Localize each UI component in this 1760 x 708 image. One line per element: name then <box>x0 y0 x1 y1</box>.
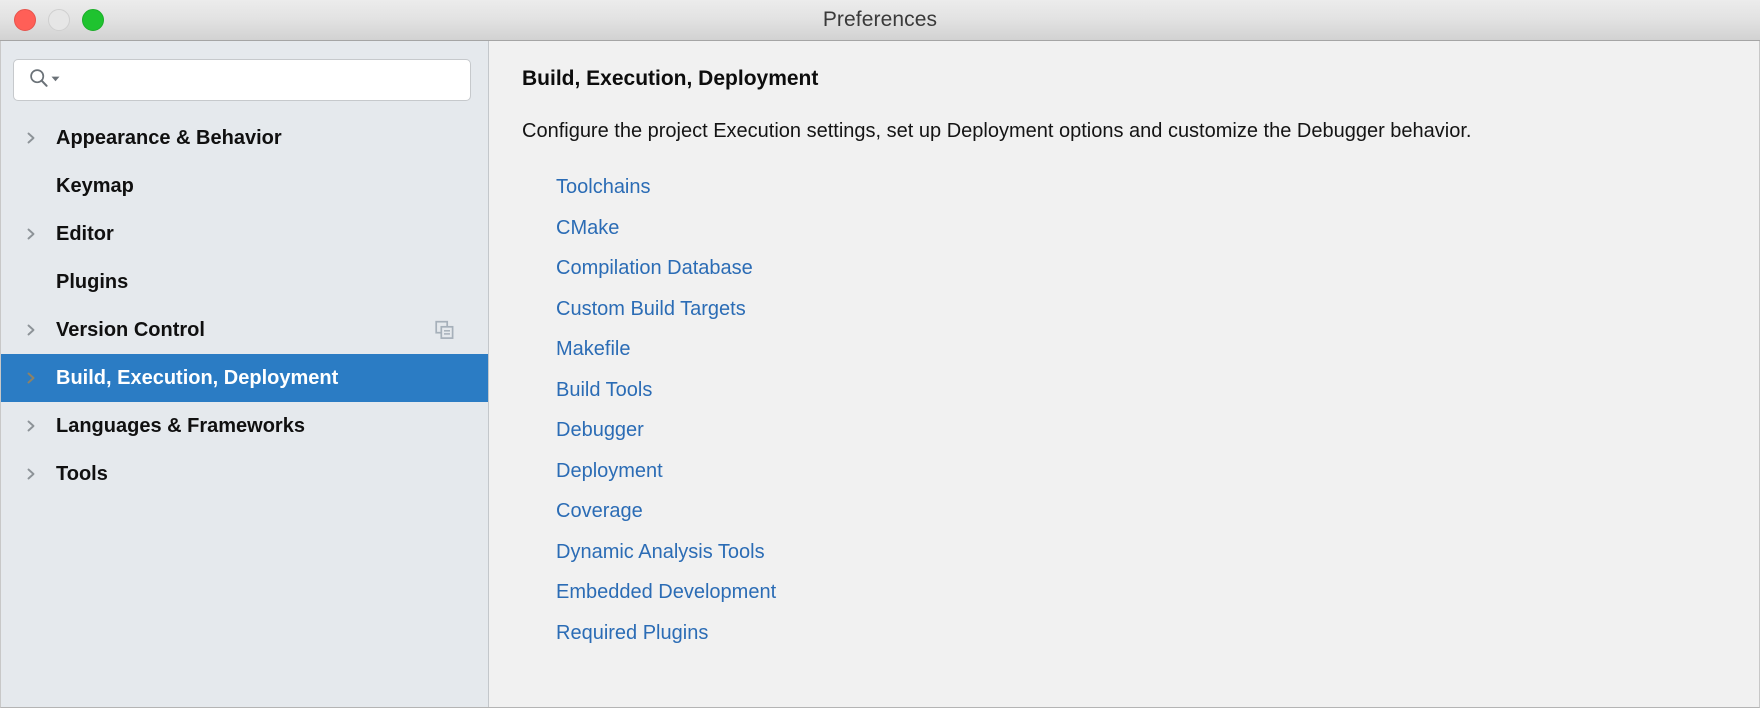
copy-icon[interactable] <box>435 320 454 340</box>
settings-detail-panel: Build, Execution, Deployment Configure t… <box>489 41 1759 707</box>
link-required-plugins[interactable]: Required Plugins <box>556 613 708 654</box>
chevron-right-icon[interactable] <box>24 323 38 337</box>
link-deployment[interactable]: Deployment <box>556 451 663 492</box>
page-title: Build, Execution, Deployment <box>522 67 819 90</box>
search-icon-group[interactable] <box>29 68 61 93</box>
link-build-tools[interactable]: Build Tools <box>556 370 652 411</box>
sidebar-item-label: Build, Execution, Deployment <box>56 366 339 389</box>
caret-down-icon[interactable] <box>50 71 61 89</box>
sidebar-item-label: Editor <box>56 222 114 245</box>
link-debugger[interactable]: Debugger <box>556 410 644 451</box>
sidebar-item-keymap[interactable]: Keymap <box>1 162 488 210</box>
sidebar-item-plugins[interactable]: Plugins <box>1 258 488 306</box>
sidebar-item-label: Languages & Frameworks <box>56 414 305 437</box>
subsection-link-list: Toolchains CMake Compilation Database Cu… <box>522 167 1731 653</box>
window-body: Appearance & Behavior Keymap Editor Plug… <box>0 41 1760 708</box>
sidebar-item-label: Appearance & Behavior <box>56 126 282 149</box>
close-button[interactable] <box>14 9 36 31</box>
sidebar-item-label: Plugins <box>56 270 129 293</box>
sidebar-item-label: Keymap <box>56 174 134 197</box>
chevron-right-icon[interactable] <box>24 467 38 481</box>
maximize-button[interactable] <box>82 9 104 31</box>
link-cmake[interactable]: CMake <box>556 208 619 249</box>
sidebar-item-languages-frameworks[interactable]: Languages & Frameworks <box>1 402 488 450</box>
sidebar-item-editor[interactable]: Editor <box>1 210 488 258</box>
window-titlebar: Preferences <box>0 0 1760 41</box>
chevron-right-icon[interactable] <box>24 419 38 433</box>
preferences-window: Preferences Appearance & Behavior Keymap… <box>0 0 1760 708</box>
search-input[interactable] <box>69 70 460 90</box>
settings-sidebar: Appearance & Behavior Keymap Editor Plug… <box>1 41 489 707</box>
link-compilation-database[interactable]: Compilation Database <box>556 248 753 289</box>
sidebar-item-appearance-behavior[interactable]: Appearance & Behavior <box>1 114 488 162</box>
link-embedded-development[interactable]: Embedded Development <box>556 572 776 613</box>
link-dynamic-analysis-tools[interactable]: Dynamic Analysis Tools <box>556 532 765 573</box>
sidebar-item-tools[interactable]: Tools <box>1 450 488 498</box>
search-icon <box>29 68 49 93</box>
search-area <box>1 41 488 101</box>
sidebar-item-label: Tools <box>56 462 108 485</box>
link-coverage[interactable]: Coverage <box>556 491 643 532</box>
window-title: Preferences <box>822 8 938 31</box>
page-description: Configure the project Execution settings… <box>522 120 1472 142</box>
chevron-right-icon[interactable] <box>24 227 38 241</box>
chevron-right-icon[interactable] <box>24 371 38 385</box>
sidebar-item-version-control[interactable]: Version Control <box>1 306 488 354</box>
chevron-right-icon[interactable] <box>24 131 38 145</box>
search-box[interactable] <box>13 59 471 101</box>
link-makefile[interactable]: Makefile <box>556 329 630 370</box>
link-custom-build-targets[interactable]: Custom Build Targets <box>556 289 746 330</box>
settings-tree: Appearance & Behavior Keymap Editor Plug… <box>1 114 488 498</box>
traffic-lights <box>14 0 104 40</box>
sidebar-item-label: Version Control <box>56 318 205 341</box>
sidebar-item-build-execution-deployment[interactable]: Build, Execution, Deployment <box>1 354 488 402</box>
minimize-button[interactable] <box>48 9 70 31</box>
link-toolchains[interactable]: Toolchains <box>556 167 651 208</box>
